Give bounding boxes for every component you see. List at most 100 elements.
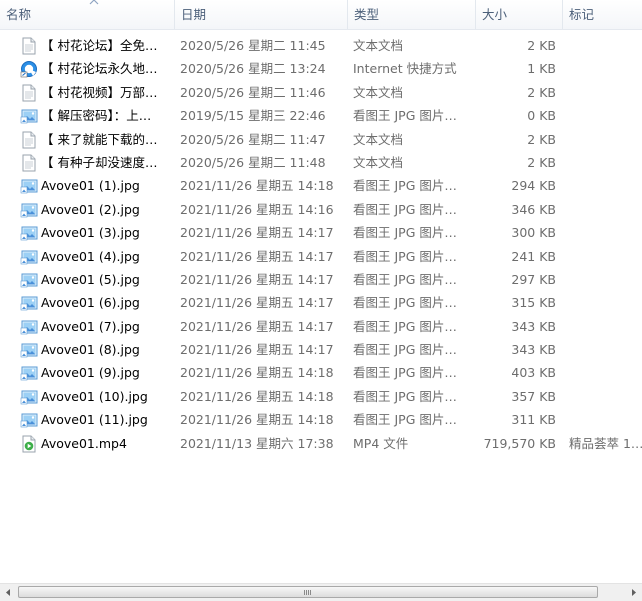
file-row[interactable]: Avove01 (11).jpg 2021/11/26 星期五 14:18 看图王 … [0, 408, 642, 431]
image-file-icon [20, 250, 38, 264]
file-name: 【 解压密码】：上… [41, 108, 152, 124]
file-row[interactable]: 【 有种子却没速度… 2020/5/26 星期二 11:48 文本文档 2 KB [0, 151, 642, 174]
column-header-date[interactable]: 日期 [175, 0, 348, 29]
file-row[interactable]: Avove01 (6).jpg 2021/11/26 星期五 14:17 看图王 J… [0, 291, 642, 314]
file-size: 343 KB [511, 318, 556, 334]
file-date: 2021/11/26 星期五 14:16 [180, 201, 334, 217]
file-type: 看图王 JPG 图片… [353, 271, 457, 287]
file-date: 2021/11/26 星期五 14:18 [180, 365, 334, 381]
file-size: 241 KB [511, 248, 556, 264]
file-type: 看图王 JPG 图片… [353, 365, 457, 381]
file-type: 看图王 JPG 图片… [353, 225, 457, 241]
file-row[interactable]: Avove01 (10).jpg 2021/11/26 星期五 14:18 看图王 … [0, 385, 642, 408]
file-row[interactable]: Avove01 (5).jpg 2021/11/26 星期五 14:17 看图王 J… [0, 268, 642, 291]
file-row[interactable]: Avove01 (3).jpg 2021/11/26 星期五 14:17 看图王 J… [0, 221, 642, 244]
file-tag [569, 81, 642, 104]
file-tag [569, 338, 642, 361]
file-row[interactable]: 【 村花论坛永久地… 2020/5/26 星期二 13:24 Internet 快捷… [0, 57, 642, 80]
column-header-tag-label: 标记 [569, 7, 595, 22]
file-tag: 精品荟萃 1… [569, 435, 642, 451]
image-file-icon [20, 109, 38, 124]
text-file-icon [22, 84, 36, 102]
file-row[interactable]: 【 村花视频】万部… 2020/5/26 星期二 11:46 文本文档 2 KB [0, 81, 642, 104]
file-name: Avove01 (10).jpg [41, 388, 148, 404]
text-file-icon [22, 37, 36, 55]
video-file-icon [22, 435, 36, 453]
file-name: Avove01 (9).jpg [41, 365, 140, 381]
scrollbar-thumb[interactable] [18, 586, 598, 598]
image-file-icon [20, 390, 38, 405]
file-tag [569, 221, 642, 244]
column-header-date-label: 日期 [181, 7, 207, 22]
column-header-type-label: 类型 [354, 7, 380, 22]
file-row[interactable]: 【 村花论坛】全免… 2020/5/26 星期二 11:45 文本文档 2 KB [0, 34, 642, 57]
column-header-bar: 名称 日期 类型 大小 标记 [0, 0, 642, 30]
file-size: 2 KB [527, 84, 556, 100]
file-name: 【 村花论坛永久地… [41, 61, 158, 77]
file-size: 2 KB [527, 131, 556, 147]
file-date: 2021/11/26 星期五 14:17 [180, 295, 334, 311]
file-row[interactable]: Avove01.mp4 2021/11/13 星期六 17:38 MP4 文件 719… [0, 432, 642, 455]
file-date: 2020/5/26 星期二 11:48 [180, 154, 326, 170]
file-type: MP4 文件 [353, 435, 409, 451]
file-tag [569, 268, 642, 291]
file-date: 2020/5/26 星期二 11:46 [180, 84, 326, 100]
column-header-tag[interactable]: 标记 [563, 0, 642, 29]
file-type: 看图王 JPG 图片… [353, 108, 457, 124]
internet-shortcut-icon [20, 61, 37, 78]
file-name: Avove01 (2).jpg [41, 201, 140, 217]
file-size: 297 KB [511, 271, 556, 287]
column-header-name-label: 名称 [6, 7, 32, 22]
file-row[interactable]: 【 解压密码】：上… 2019/5/15 星期三 22:46 看图王 JPG 图片…… [0, 104, 642, 127]
file-tag [569, 361, 642, 384]
file-date: 2020/5/26 星期二 11:47 [180, 131, 326, 147]
file-row[interactable]: Avove01 (1).jpg 2021/11/26 星期五 14:18 看图王 J… [0, 174, 642, 197]
file-size: 0 KB [527, 108, 556, 124]
file-row[interactable]: Avove01 (8).jpg 2021/11/26 星期五 14:17 看图王 J… [0, 338, 642, 361]
file-date: 2019/5/15 星期三 22:46 [180, 108, 326, 124]
file-tag [569, 198, 642, 221]
file-date: 2021/11/26 星期五 14:18 [180, 412, 334, 428]
column-header-type[interactable]: 类型 [348, 0, 476, 29]
file-row[interactable]: Avove01 (7).jpg 2021/11/26 星期五 14:17 看图王 J… [0, 315, 642, 338]
scrollbar-grip [304, 590, 312, 595]
file-name: 【 有种子却没速度… [41, 154, 158, 170]
file-row[interactable]: Avove01 (2).jpg 2021/11/26 星期五 14:16 看图王 J… [0, 198, 642, 221]
file-name: Avove01 (3).jpg [41, 225, 140, 241]
image-file-icon [20, 273, 38, 288]
horizontal-scrollbar[interactable] [0, 583, 642, 601]
file-date: 2021/11/26 星期五 14:17 [180, 318, 334, 334]
file-row[interactable]: Avove01 (9).jpg 2021/11/26 星期五 14:18 看图王 J… [0, 361, 642, 384]
scroll-left-icon[interactable] [0, 584, 17, 601]
file-date: 2021/11/26 星期五 14:18 [180, 178, 334, 194]
file-tag [569, 104, 642, 127]
file-size: 346 KB [511, 201, 556, 217]
column-header-size-label: 大小 [482, 7, 508, 22]
file-size: 315 KB [511, 295, 556, 311]
file-size: 403 KB [511, 365, 556, 381]
file-size: 343 KB [511, 342, 556, 358]
file-date: 2021/11/26 星期五 14:17 [180, 248, 334, 264]
file-size: 1 KB [527, 61, 556, 77]
file-size: 300 KB [511, 225, 556, 241]
file-size: 719,570 KB [483, 435, 556, 451]
file-size: 311 KB [511, 412, 556, 428]
file-name: 【 村花论坛】全免… [41, 38, 158, 53]
scroll-right-icon[interactable] [625, 584, 642, 601]
column-header-size[interactable]: 大小 [476, 0, 563, 29]
file-type: 看图王 JPG 图片… [353, 412, 457, 428]
file-tag [569, 315, 642, 338]
file-row[interactable]: 【 来了就能下载的… 2020/5/26 星期二 11:47 文本文档 2 KB [0, 128, 642, 151]
file-tag [569, 174, 642, 197]
file-size: 2 KB [527, 154, 556, 170]
file-name: Avove01 (7).jpg [41, 318, 140, 334]
file-name: Avove01 (6).jpg [41, 295, 140, 311]
image-file-icon [20, 296, 38, 311]
column-header-name[interactable]: 名称 [0, 0, 175, 29]
file-type: 看图王 JPG 图片… [353, 248, 457, 264]
file-date: 2020/5/26 星期二 11:45 [180, 38, 326, 53]
file-type: 看图王 JPG 图片… [353, 318, 457, 334]
file-tag [569, 385, 642, 408]
file-row[interactable]: Avove01 (4).jpg 2021/11/26 星期五 14:17 看图王 J… [0, 245, 642, 268]
file-name: Avove01.mp4 [41, 435, 127, 451]
